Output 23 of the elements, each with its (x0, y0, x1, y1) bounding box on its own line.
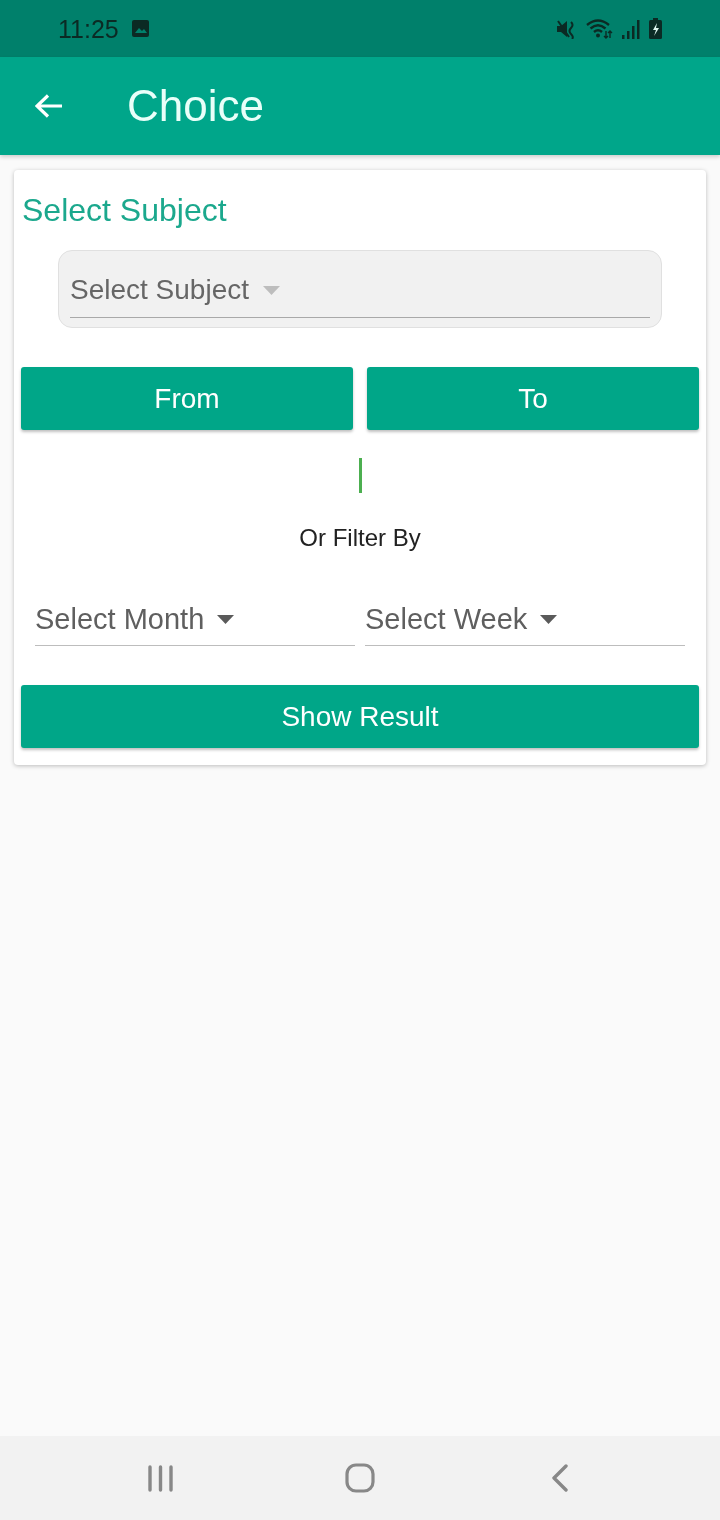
screen-title: Choice (127, 80, 264, 132)
back-icon (552, 1464, 568, 1492)
subject-dropdown[interactable]: Select Subject (70, 273, 650, 318)
month-dropdown[interactable]: Select Month (35, 602, 355, 646)
from-button[interactable]: From (21, 367, 353, 430)
show-result-button[interactable]: Show Result (21, 685, 699, 748)
caret-icon (263, 285, 280, 295)
week-dropdown[interactable]: Select Week (365, 602, 685, 646)
filter-label: Or Filter By (299, 523, 421, 553)
image-icon (131, 20, 149, 37)
home-icon (345, 1463, 375, 1493)
caret-icon (540, 614, 558, 624)
battery-icon (649, 18, 662, 39)
text-cursor-icon (358, 458, 362, 493)
to-button[interactable]: To (367, 367, 699, 430)
back-button[interactable] (35, 94, 63, 118)
wifi-icon (586, 18, 613, 39)
recent-apps-icon (146, 1464, 174, 1492)
signal-icon (621, 18, 641, 39)
status-time: 11:25 (58, 13, 119, 44)
caret-icon (217, 614, 235, 624)
back-arrow-icon (35, 94, 63, 118)
section-heading: Select Subject (22, 191, 227, 229)
